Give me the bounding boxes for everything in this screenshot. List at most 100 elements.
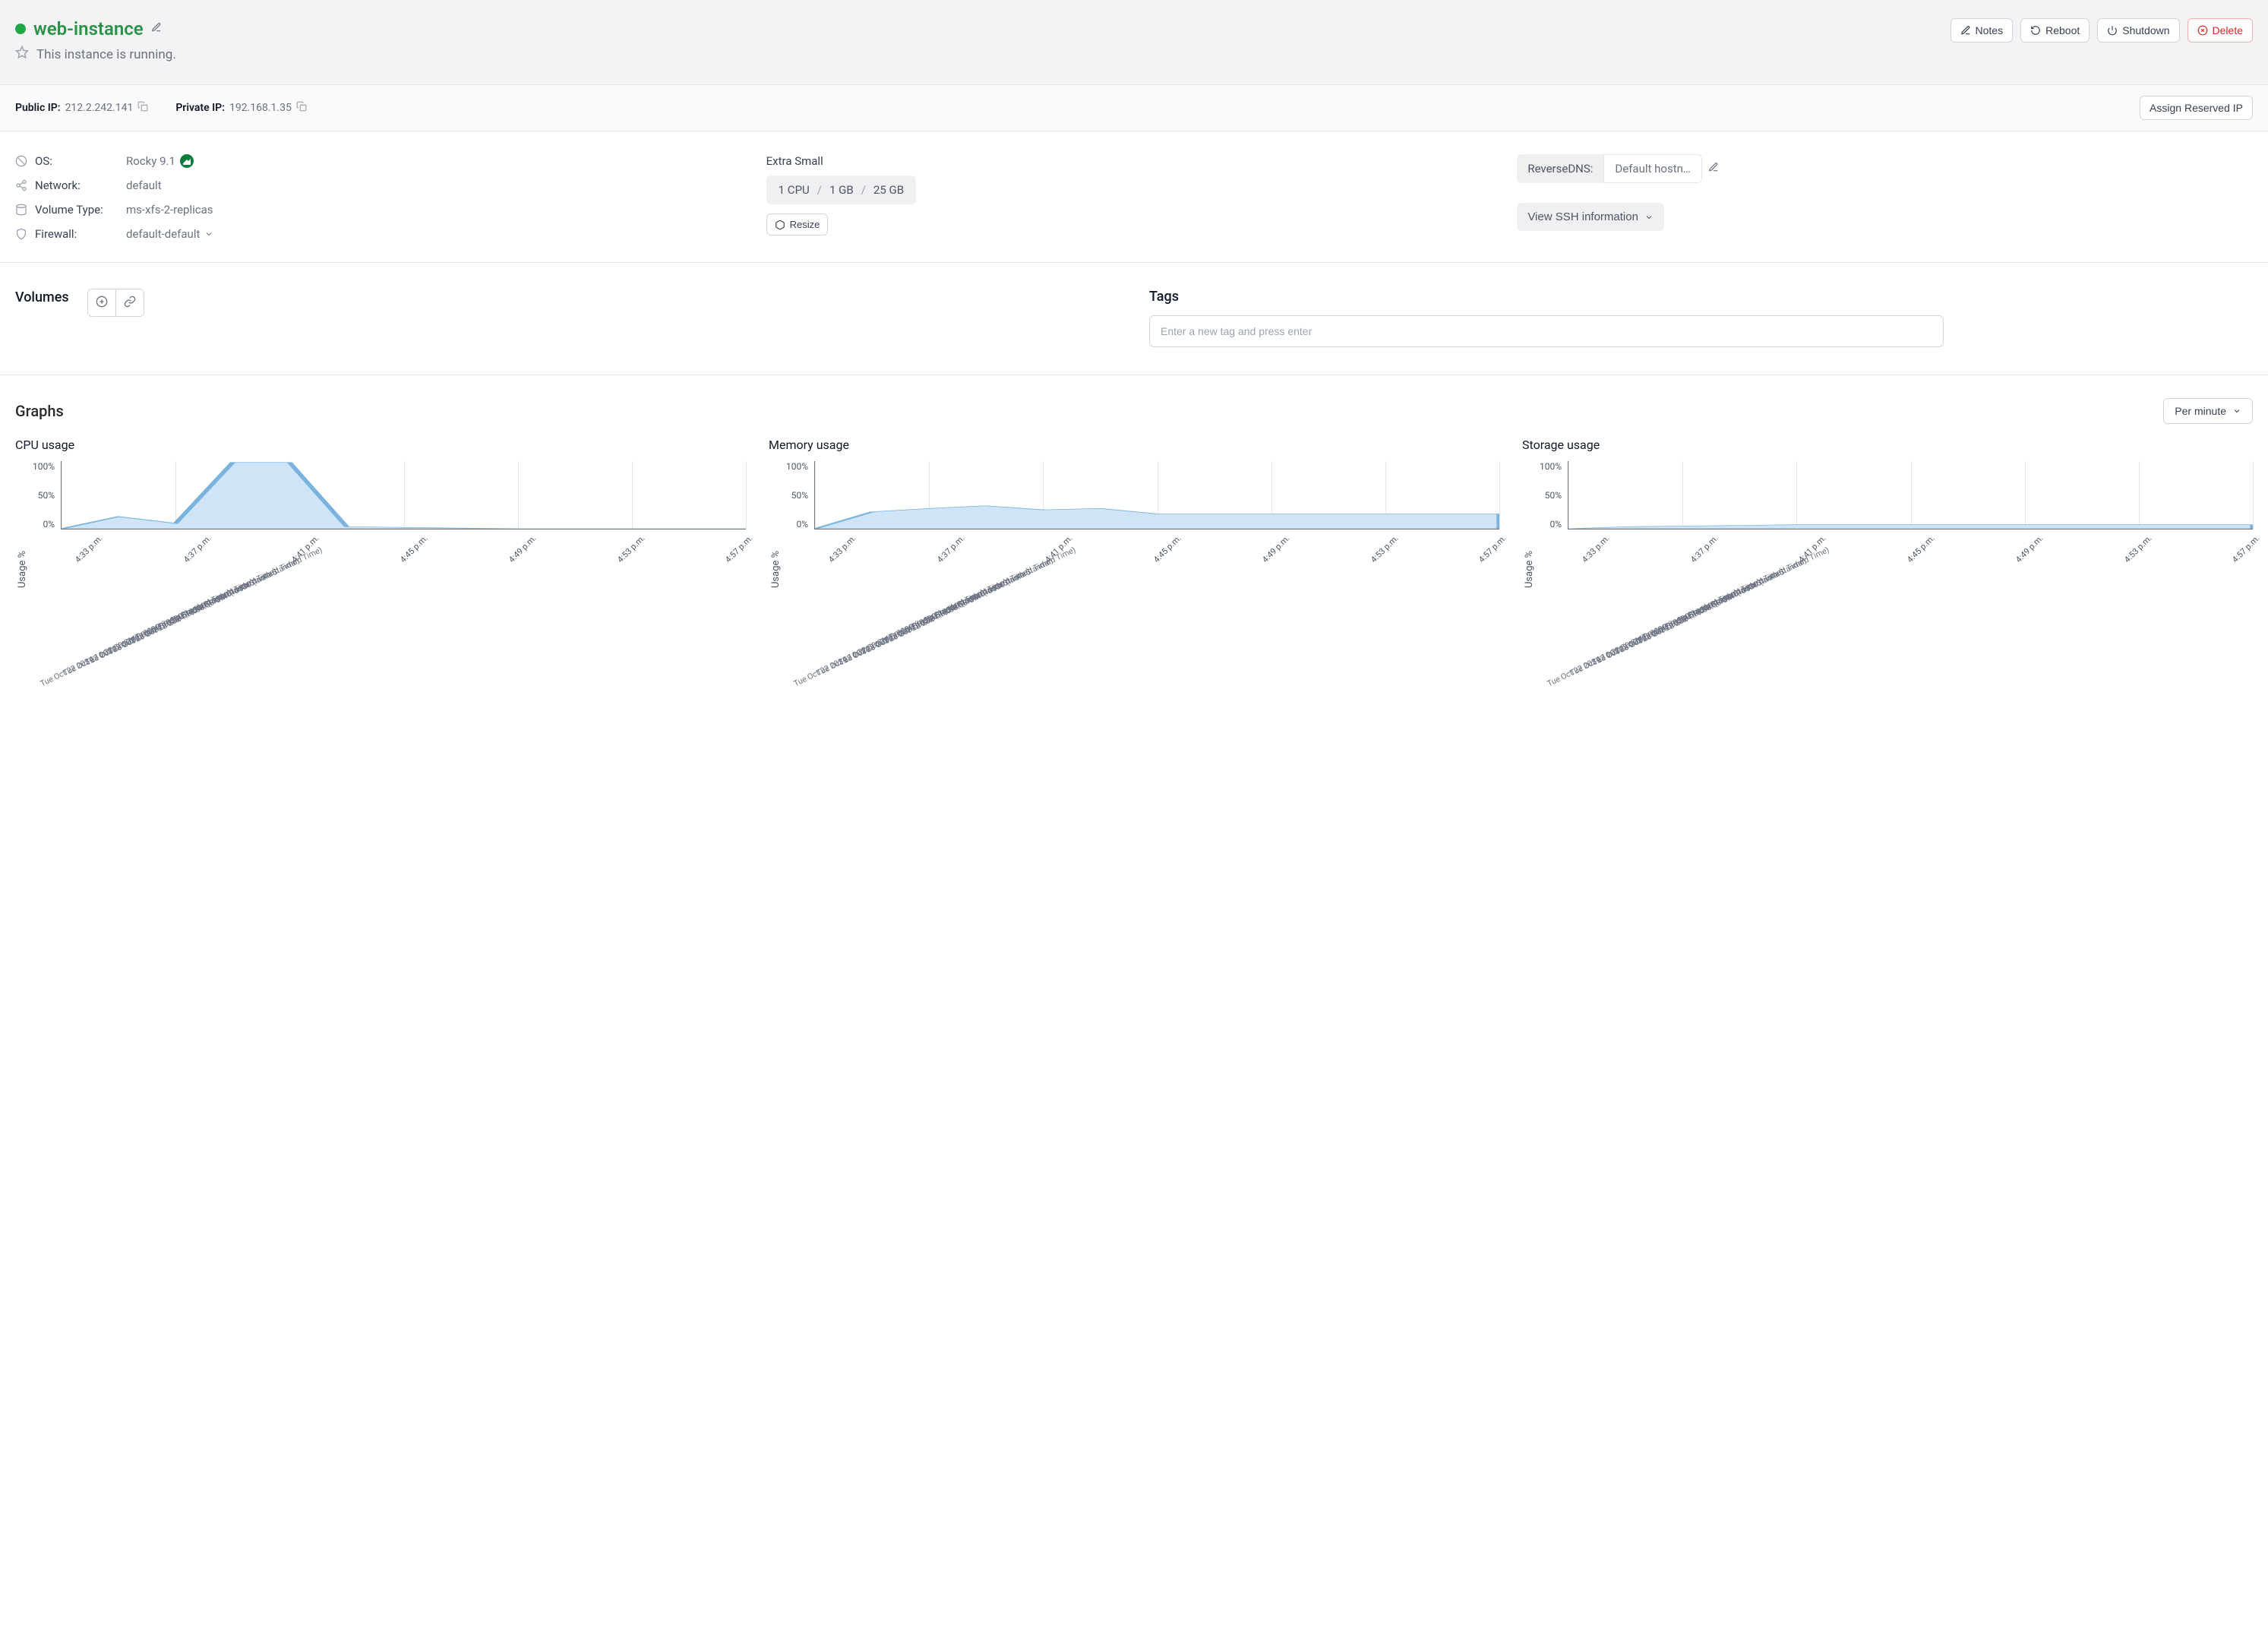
public-ip-label: Public IP: xyxy=(15,102,61,114)
copy-public-ip-icon[interactable] xyxy=(137,101,148,115)
x-tick: 4:49 p.m. xyxy=(1258,531,1291,564)
copy-private-ip-icon[interactable] xyxy=(296,101,307,115)
y-tick: 50% xyxy=(1540,490,1562,501)
public-ip-value: 212.2.242.141 xyxy=(65,102,134,114)
x-tick: 4:57 p.m. xyxy=(722,531,755,564)
resize-label: Resize xyxy=(790,219,820,230)
cpu-spec: 1 CPU xyxy=(779,183,810,197)
shutdown-button[interactable]: Shutdown xyxy=(2097,18,2179,43)
usage-chart: CPU usage Usage %100% 50% 0% 4:33 p.m. 4:37 p… xyxy=(15,438,746,678)
notes-button[interactable]: Notes xyxy=(1951,18,2014,43)
os-icon xyxy=(15,155,27,167)
x-tick: 4:45 p.m. xyxy=(1903,531,1937,564)
x-tick: 4:33 p.m. xyxy=(824,531,858,564)
delete-label: Delete xyxy=(2213,24,2243,36)
tags-title: Tags xyxy=(1149,289,2253,305)
y-tick: 50% xyxy=(786,490,808,501)
y-tick: 100% xyxy=(1540,461,1562,472)
size-specs: 1 CPU / 1 GB / 25 GB xyxy=(766,175,916,204)
private-ip-label: Private IP: xyxy=(175,102,225,114)
tag-input[interactable] xyxy=(1149,315,1944,347)
status-dot-running xyxy=(15,24,26,34)
x-tick: 4:57 p.m. xyxy=(1475,531,1508,564)
y-tick: 100% xyxy=(33,461,55,472)
attach-volume-button[interactable] xyxy=(115,289,144,316)
edit-name-icon[interactable] xyxy=(151,22,162,36)
plot-area xyxy=(814,461,1499,530)
chart-title: Storage usage xyxy=(1522,438,2253,452)
shutdown-label: Shutdown xyxy=(2122,24,2169,36)
y-axis-label: Usage % xyxy=(1522,461,1537,678)
graph-interval-select[interactable]: Per minute xyxy=(2163,398,2253,424)
y-tick: 0% xyxy=(1540,519,1562,530)
chart-title: Memory usage xyxy=(769,438,1499,452)
y-tick: 50% xyxy=(33,490,55,501)
y-axis-label: Usage % xyxy=(15,461,30,678)
volume-type-icon xyxy=(15,204,27,216)
plot-area xyxy=(1568,461,2253,530)
disk-spec: 25 GB xyxy=(873,183,904,197)
y-axis-label: Usage % xyxy=(769,461,783,678)
usage-chart: Memory usageUsage %100%50%0%4:33 p.m.4:3… xyxy=(769,438,1499,678)
instance-name: web-instance xyxy=(33,18,144,40)
ip-bar: Public IP: 212.2.242.141 Private IP: 192… xyxy=(0,84,2268,131)
graph-interval-value: Per minute xyxy=(2175,405,2226,417)
firewall-value: default-default xyxy=(126,227,200,241)
firewall-dropdown[interactable]: default-default xyxy=(126,227,213,241)
notes-label: Notes xyxy=(1976,24,2004,36)
x-tick: 4:53 p.m. xyxy=(613,531,646,564)
x-tick: 4:33 p.m. xyxy=(1578,531,1611,564)
os-value: Rocky 9.1 xyxy=(126,154,175,168)
instance-header: web-instance This instance is running. N… xyxy=(0,0,2268,84)
timestamp-label: Tue Oct 22 2024 16:56:58 GMT+0530 (India… xyxy=(130,544,325,647)
chevron-down-icon xyxy=(2232,406,2241,416)
x-tick: 4:57 p.m. xyxy=(2229,531,2262,564)
favorite-star-icon[interactable] xyxy=(15,46,29,63)
graphs-section: Graphs Per minute CPU usageUsage %100%50… xyxy=(0,375,2268,723)
network-icon xyxy=(15,179,27,191)
assign-reserved-ip-label: Assign Reserved IP xyxy=(2150,102,2243,114)
usage-chart: Storage usage Usage %100% 50% 0% 4:33 p.m. 4:… xyxy=(1522,438,2253,678)
graphs-title: Graphs xyxy=(15,402,64,420)
timestamp-label: Tue Oct 22 2024 16:56:58 GMT+0530 (India… xyxy=(883,544,1079,647)
delete-button[interactable]: Delete xyxy=(2187,18,2253,43)
instance-status-text: This instance is running. xyxy=(36,47,176,62)
view-ssh-button[interactable]: View SSH information xyxy=(1517,203,1664,231)
ram-spec: 1 GB xyxy=(829,183,854,197)
instance-details: OS: Rocky 9.1 Network: default Volume Ty… xyxy=(0,131,2268,263)
resize-button[interactable]: Resize xyxy=(766,213,829,236)
y-tick: 0% xyxy=(33,519,55,530)
private-ip-value: 192.168.1.35 xyxy=(229,102,292,114)
timestamp-label: Tue Oct 22 2024 16:56:58 GMT+0530 (India… xyxy=(1637,544,1832,647)
rocky-logo-icon xyxy=(180,154,194,168)
firewall-label: Firewall: xyxy=(35,227,118,241)
firewall-icon xyxy=(15,228,27,240)
x-tick: 4:45 p.m. xyxy=(1150,531,1183,564)
view-ssh-label: View SSH information xyxy=(1527,210,1638,223)
network-value: default xyxy=(126,179,162,192)
assign-reserved-ip-button[interactable]: Assign Reserved IP xyxy=(2140,96,2253,120)
volume-type-value: ms-xfs-2-replicas xyxy=(126,203,213,217)
plot-area xyxy=(61,461,746,530)
reboot-button[interactable]: Reboot xyxy=(2020,18,2090,43)
x-tick: 4:45 p.m. xyxy=(396,531,430,564)
volumes-tags-section: Volumes Tags xyxy=(0,263,2268,375)
size-title: Extra Small xyxy=(766,154,1502,168)
x-tick: 4:53 p.m. xyxy=(2120,531,2153,564)
x-tick: 4:53 p.m. xyxy=(1366,531,1400,564)
reverse-dns-value: Default hostn… xyxy=(1603,154,1702,183)
volumes-title: Volumes xyxy=(15,289,69,305)
os-label: OS: xyxy=(35,154,118,168)
edit-reverse-dns-icon[interactable] xyxy=(1708,162,1719,175)
y-tick: 0% xyxy=(786,519,808,530)
reboot-label: Reboot xyxy=(2045,24,2080,36)
x-tick: 4:49 p.m. xyxy=(504,531,538,564)
reverse-dns-field: ReverseDNS: Default hostn… xyxy=(1517,154,1702,183)
chevron-down-icon xyxy=(204,229,213,239)
add-volume-button[interactable] xyxy=(88,289,115,316)
chart-title: CPU usage xyxy=(15,438,746,452)
x-tick: 4:37 p.m. xyxy=(933,531,966,564)
x-tick: 4:33 p.m. xyxy=(71,531,104,564)
x-tick: 4:37 p.m. xyxy=(179,531,213,564)
chevron-down-icon xyxy=(1644,213,1654,222)
